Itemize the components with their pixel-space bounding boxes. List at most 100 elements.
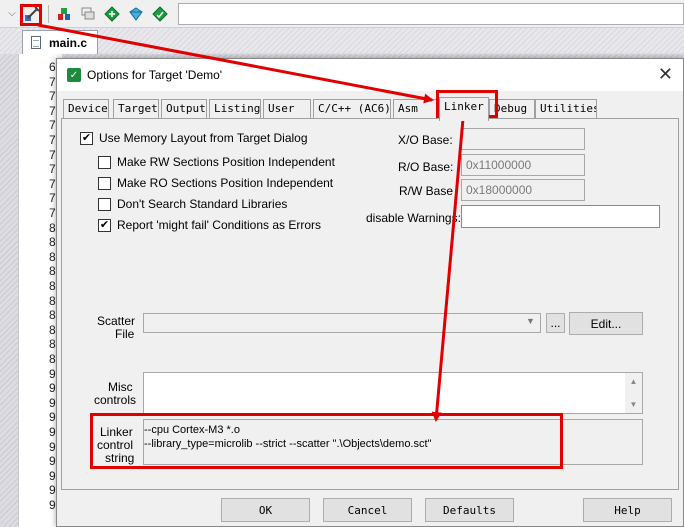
file-tab-main-c[interactable]: main.c bbox=[22, 30, 98, 54]
ro-position-independent-checkbox[interactable] bbox=[98, 176, 111, 190]
gutter-line-number: 9 bbox=[49, 425, 56, 439]
linker-control-line-1: --cpu Cortex-M3 *.o bbox=[144, 424, 240, 436]
gutter-line-number: 8 bbox=[49, 322, 56, 337]
close-icon[interactable]: ✕ bbox=[658, 64, 673, 84]
gutter-line-number: 9 bbox=[49, 395, 56, 410]
rw-position-independent-checkbox[interactable] bbox=[98, 155, 111, 169]
gutter-line-number: 9 bbox=[49, 439, 56, 454]
gutter-line-number: 9 bbox=[49, 468, 56, 483]
xo-base-field[interactable] bbox=[461, 128, 585, 150]
tab-strip: Device Target Output Listing User C/C++ … bbox=[57, 97, 683, 121]
gutter-line-number: 7 bbox=[49, 162, 56, 177]
gutter-line-number: 7 bbox=[49, 74, 56, 89]
dont-search-std-libs-row[interactable]: Don't Search Standard Libraries bbox=[98, 197, 287, 211]
chevron-down-icon[interactable]: ▼ bbox=[526, 316, 535, 326]
gutter-line-number: 8 bbox=[49, 337, 56, 352]
dont-search-std-libs-label: Don't Search Standard Libraries bbox=[117, 197, 288, 211]
dropdown-chevron-icon[interactable]: ⌵ bbox=[2, 4, 22, 24]
cancel-button[interactable]: Cancel bbox=[323, 498, 412, 522]
document-icon bbox=[31, 36, 41, 49]
dont-search-std-libs-checkbox[interactable] bbox=[98, 197, 111, 211]
scroll-down-icon[interactable]: ▼ bbox=[625, 396, 642, 413]
file-tab-label: main.c bbox=[49, 35, 88, 50]
defaults-button[interactable]: Defaults bbox=[425, 498, 514, 522]
tab-output[interactable]: Output bbox=[161, 99, 207, 119]
gutter-line-number: 7 bbox=[49, 176, 56, 191]
gutter-line-number: 7 bbox=[49, 103, 56, 118]
gutter-line-number: 9 bbox=[49, 381, 56, 396]
gutter-line-number: 9 bbox=[49, 483, 56, 498]
rw-base-field[interactable]: 0x18000000 bbox=[461, 179, 585, 201]
gutter-line-number: 9 bbox=[49, 366, 56, 381]
ok-button[interactable]: OK bbox=[221, 498, 310, 522]
gutter-line-number: 9 bbox=[49, 498, 56, 512]
gutter-line-number: 8 bbox=[49, 293, 56, 308]
ro-base-field[interactable]: 0x11000000 bbox=[461, 154, 585, 176]
rw-base-label: R/W Base bbox=[399, 184, 454, 198]
report-might-fail-label: Report 'might fail' Conditions as Errors bbox=[117, 218, 321, 232]
tab-user[interactable]: User bbox=[263, 99, 311, 119]
report-might-fail-checkbox[interactable]: ✔ bbox=[98, 218, 111, 232]
gutter-line-number: 9 bbox=[49, 454, 56, 469]
use-memory-layout-row[interactable]: ✔ Use Memory Layout from Target Dialog bbox=[80, 131, 308, 145]
use-memory-layout-label: Use Memory Layout from Target Dialog bbox=[99, 131, 308, 145]
target-options-icon[interactable] bbox=[22, 4, 42, 24]
misc-controls-label-2: controls bbox=[94, 393, 137, 407]
gutter-line-number: 8 bbox=[49, 249, 56, 264]
select-packs-icon[interactable] bbox=[150, 4, 170, 24]
gutter-line-number: 8 bbox=[49, 264, 56, 279]
scatter-edit-button[interactable]: Edit... bbox=[569, 312, 643, 335]
editor-tab-strip: main.c bbox=[0, 28, 684, 54]
scatter-file-select[interactable] bbox=[143, 313, 541, 333]
stack-icon[interactable] bbox=[78, 4, 98, 24]
gutter-line-number: 8 bbox=[49, 220, 56, 235]
xo-base-label: X/O Base: bbox=[398, 133, 453, 147]
scroll-up-icon[interactable]: ▲ bbox=[625, 373, 642, 390]
gutter-line-number: 7 bbox=[49, 133, 56, 147]
gutter-line-number: 8 bbox=[49, 279, 56, 293]
gutter-line-number: 6 bbox=[49, 60, 56, 74]
keil-app-icon: ✓ bbox=[67, 68, 81, 82]
tab-target[interactable]: Target bbox=[113, 99, 159, 119]
misc-controls-input[interactable] bbox=[143, 372, 643, 414]
dialog-titlebar: ✓ Options for Target 'Demo' ✕ bbox=[57, 59, 683, 91]
disable-warnings-input[interactable] bbox=[461, 205, 660, 228]
tab-c-cpp[interactable]: C/C++ (AC6) bbox=[313, 99, 391, 119]
help-button[interactable]: Help bbox=[583, 498, 672, 522]
misc-controls-scrollbar[interactable]: ▲ ▼ bbox=[625, 373, 642, 413]
gutter-line-number: 8 bbox=[49, 308, 56, 323]
gutter-line-number: 7 bbox=[49, 118, 56, 133]
disable-warnings-label: disable Warnings: bbox=[366, 211, 461, 225]
gutter-line-number: 9 bbox=[49, 410, 56, 425]
scatter-file-label-2: File bbox=[115, 327, 135, 341]
gutter-line-number: 7 bbox=[49, 147, 56, 162]
misc-controls-label-1: Misc bbox=[108, 380, 133, 394]
report-might-fail-row[interactable]: ✔ Report 'might fail' Conditions as Erro… bbox=[98, 218, 321, 232]
use-memory-layout-checkbox[interactable]: ✔ bbox=[80, 131, 93, 145]
ro-position-independent-label: Make RO Sections Position Independent bbox=[117, 176, 334, 190]
tab-debug[interactable]: Debug bbox=[489, 99, 535, 119]
manage-components-icon[interactable] bbox=[54, 4, 74, 24]
scatter-file-label-1: Scatter bbox=[97, 314, 136, 328]
ro-position-independent-row[interactable]: Make RO Sections Position Independent bbox=[98, 176, 333, 190]
linker-control-string-text: --cpu Cortex-M3 *.o --library_type=micro… bbox=[144, 423, 431, 451]
tab-asm[interactable]: Asm bbox=[393, 99, 437, 119]
tab-utilities[interactable]: Utilities bbox=[535, 99, 597, 119]
linker-control-line-2: --library_type=microlib --strict --scatt… bbox=[144, 438, 432, 450]
gutter-line-number: 7 bbox=[49, 89, 56, 104]
tab-device[interactable]: Device bbox=[63, 99, 109, 119]
diamond-green-icon[interactable] bbox=[102, 4, 122, 24]
ro-base-label: R/O Base: bbox=[398, 160, 454, 174]
tab-linker[interactable]: Linker bbox=[439, 97, 489, 121]
toolbar-target-select[interactable] bbox=[178, 3, 684, 25]
gutter-line-number: 7 bbox=[49, 191, 56, 206]
linker-control-label-3: string bbox=[105, 451, 135, 465]
scatter-browse-button[interactable]: ... bbox=[546, 313, 565, 333]
ide-toolbar: ⌵ bbox=[0, 0, 684, 28]
rw-position-independent-row[interactable]: Make RW Sections Position Independent bbox=[98, 155, 335, 169]
dialog-title: Options for Target 'Demo' bbox=[87, 68, 223, 82]
gutter-line-number: 7 bbox=[49, 206, 56, 220]
pack-installer-icon[interactable] bbox=[126, 4, 146, 24]
rw-position-independent-label: Make RW Sections Position Independent bbox=[117, 155, 335, 169]
tab-listing[interactable]: Listing bbox=[209, 99, 261, 119]
